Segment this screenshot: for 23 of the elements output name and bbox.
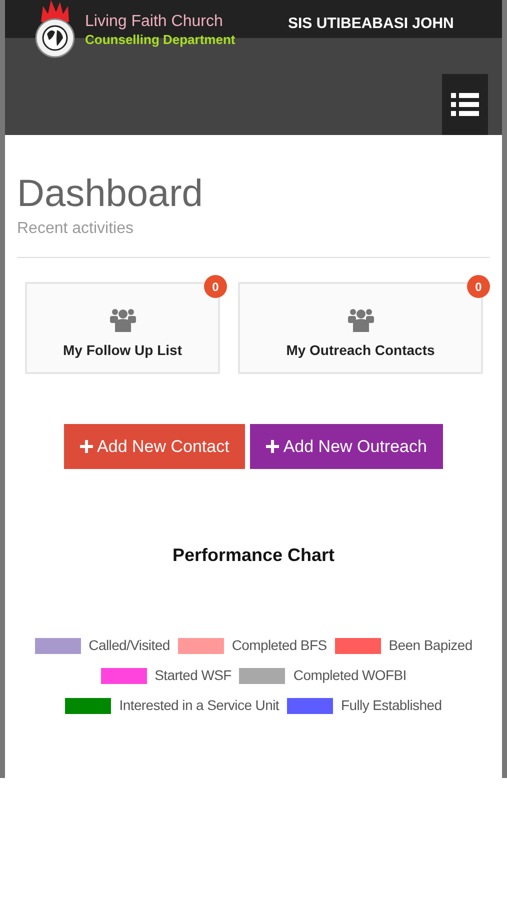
card-label: My Outreach Contacts: [286, 340, 435, 360]
church-name: Living Faith Church: [85, 12, 224, 32]
page-subtitle: Recent activities: [17, 219, 134, 239]
legend-label: Been Bapized: [388, 636, 472, 655]
legend-label: Fully Established: [340, 696, 442, 715]
menu-icon: [451, 92, 479, 116]
menu-button[interactable]: [442, 74, 488, 135]
add-button[interactable]: Add New Contact: [64, 424, 246, 469]
add-button[interactable]: Add New Outreach: [250, 424, 443, 469]
plus-icon: [266, 440, 280, 453]
legend-label: Called/Visited: [88, 636, 170, 655]
legend-label: Completed WOFBI: [293, 666, 406, 685]
page-title: Dashboard: [17, 175, 204, 213]
card-label: My Follow Up List: [63, 340, 182, 360]
plus-icon: [80, 440, 94, 453]
legend-label: Started WSF: [154, 666, 232, 685]
legend-label: Completed BFS: [232, 636, 327, 655]
department-name: Counselling Department: [85, 32, 236, 48]
chart-title: Performance Chart: [171, 544, 336, 567]
count-badge: 0: [204, 275, 227, 298]
count-badge: 0: [467, 275, 490, 298]
legend-label: Interested in a Service Unit: [119, 696, 279, 715]
user-name: SIS UTIBEABASI JOHN: [288, 14, 454, 34]
